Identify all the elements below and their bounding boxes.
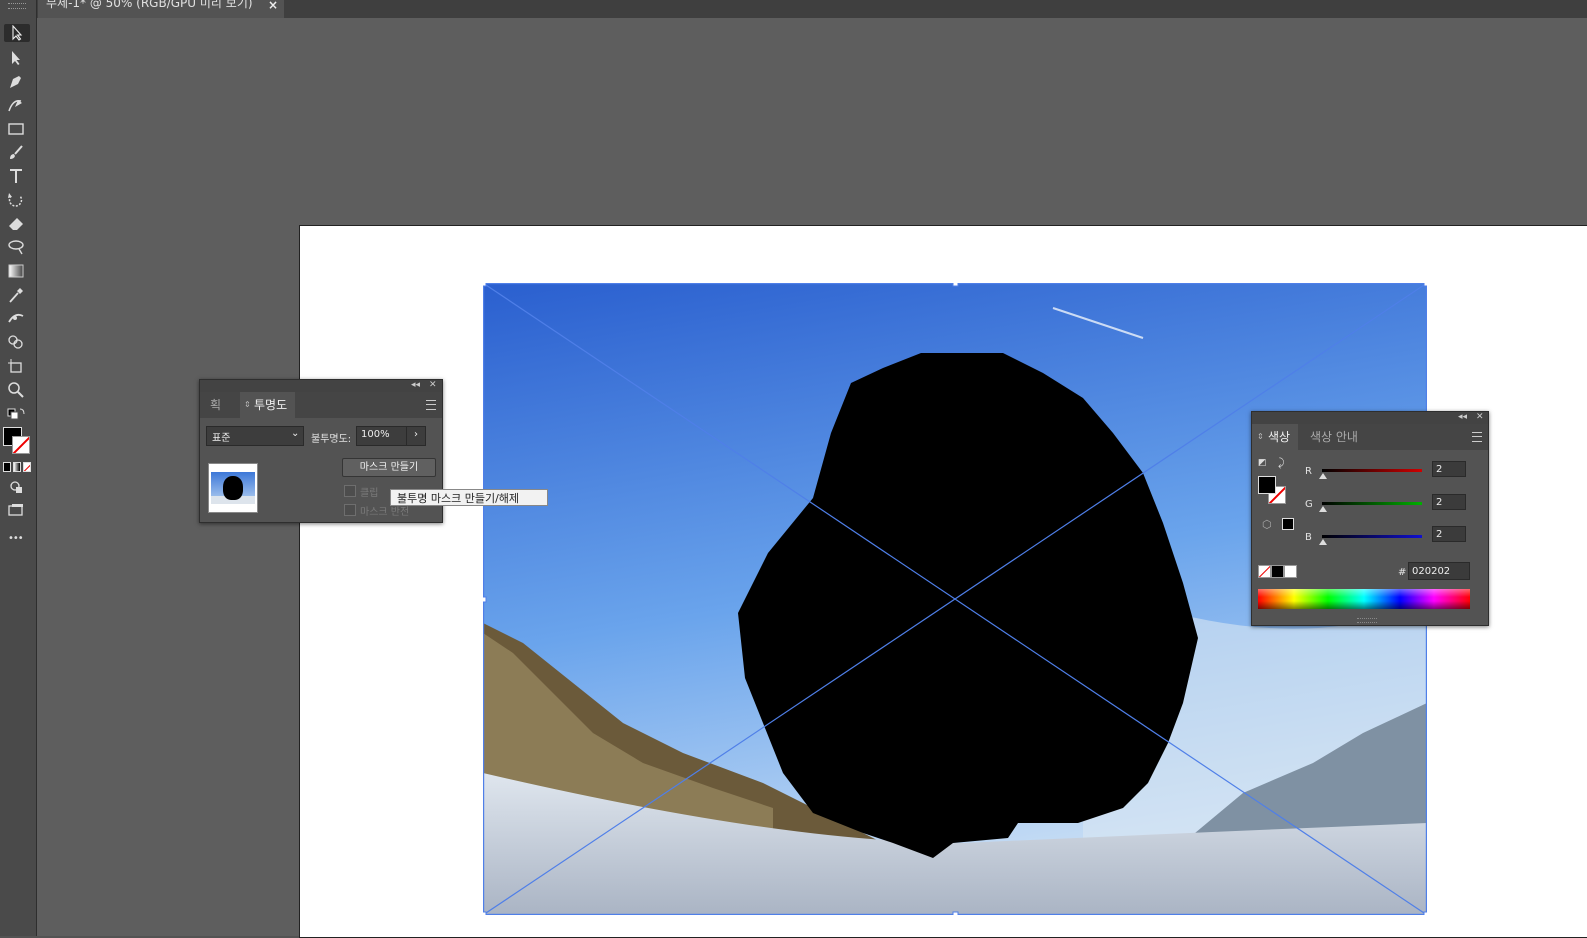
color-panel: ◂◂ ✕ 색상 ⇕ 색상 안내 ◩ ⤸ ⬡ R 2 G 2 B 2 # 0202… <box>1251 411 1489 626</box>
tab-color-label: 색상 <box>1268 430 1291 444</box>
lasso-tool-icon[interactable] <box>6 238 26 256</box>
panel-menu-icon[interactable] <box>1472 432 1482 442</box>
clip-checkbox[interactable] <box>344 485 356 497</box>
fill-swatch[interactable] <box>1258 476 1276 494</box>
object-thumbnail[interactable] <box>208 463 258 513</box>
tooltip: 불투명 마스크 만들기/해제 <box>390 489 548 506</box>
collapse-panel-icon[interactable]: ◂◂ <box>411 380 420 390</box>
swap-fill-stroke-icon[interactable]: ⤸ <box>1278 456 1285 470</box>
tab-transparency-label: 투명도 <box>254 398 288 412</box>
channel-g-slider[interactable] <box>1322 502 1422 505</box>
collapse-panel-icon[interactable]: ◂◂ <box>1458 412 1467 422</box>
out-of-gamut-cube-icon[interactable]: ⬡ <box>1262 518 1272 531</box>
edit-toolbar-more-icon[interactable]: ••• <box>8 533 24 544</box>
channel-b-thumb[interactable] <box>1319 539 1327 545</box>
chevron-down-icon: ⌄ <box>291 428 300 439</box>
close-panel-icon[interactable]: ✕ <box>1476 412 1484 422</box>
channel-g-input[interactable]: 2 <box>1432 494 1466 510</box>
tools-panel: ••• <box>0 0 37 936</box>
eyedropper-tool-icon[interactable] <box>6 286 26 304</box>
rectangle-tool-icon[interactable] <box>6 120 26 138</box>
make-mask-button[interactable]: 마스크 만들기 <box>342 458 436 477</box>
channel-b-input[interactable]: 2 <box>1432 526 1466 542</box>
channel-b-label: B <box>1305 532 1312 543</box>
eraser-tool-icon[interactable] <box>6 214 26 232</box>
tab-color-guide[interactable]: 색상 안내 <box>1310 424 1358 450</box>
panel-menu-icon[interactable] <box>426 400 436 410</box>
opacity-label: 불투명도: <box>311 434 352 445</box>
color-mode-icons[interactable] <box>3 462 31 472</box>
channel-g-thumb[interactable] <box>1319 506 1327 512</box>
channel-r-label: R <box>1305 466 1312 477</box>
width-tool-icon[interactable] <box>6 309 26 327</box>
channel-r-input[interactable]: 2 <box>1432 461 1466 477</box>
document-tab[interactable]: 무제-1* @ 50% (RGB/GPU 미리 보기) × <box>38 0 284 18</box>
black-swatch[interactable] <box>1271 565 1284 578</box>
rotate-tool-icon[interactable] <box>6 191 26 209</box>
color-panel-tabs: 색상 ⇕ 색상 안내 <box>1252 424 1488 450</box>
invert-mask-checkbox[interactable] <box>344 504 356 516</box>
opacity-slider-toggle-icon[interactable]: › <box>406 426 426 446</box>
clip-label: 클립 <box>360 488 379 499</box>
channel-r-thumb[interactable] <box>1319 473 1327 479</box>
toolbar-grip[interactable] <box>8 3 26 9</box>
hex-input[interactable]: 020202 <box>1408 562 1470 580</box>
zoom-tool-icon[interactable] <box>6 381 26 399</box>
type-tool-icon[interactable] <box>6 167 26 185</box>
channel-b-slider[interactable] <box>1322 535 1422 538</box>
default-fill-stroke-icon[interactable]: ◩ <box>1258 458 1267 468</box>
draw-mode-icon[interactable] <box>6 478 26 496</box>
close-panel-icon[interactable]: ✕ <box>429 380 437 390</box>
selection-tool-icon[interactable] <box>4 24 30 42</box>
close-tab-icon[interactable]: × <box>268 0 278 11</box>
artboard-tool-icon[interactable] <box>6 357 26 375</box>
opacity-input[interactable]: 100% <box>356 426 408 446</box>
transparency-panel-header[interactable]: ◂◂ ✕ <box>200 380 442 392</box>
nearest-color-swatch[interactable] <box>1282 518 1294 530</box>
curvature-tool-icon[interactable] <box>6 96 26 114</box>
none-swatch[interactable] <box>1258 565 1271 578</box>
default-colors-icon[interactable] <box>6 405 26 423</box>
direct-selection-tool-icon[interactable] <box>6 49 26 67</box>
pen-tool-icon[interactable] <box>6 73 26 91</box>
channel-g-label: G <box>1305 499 1313 510</box>
gradient-tool-icon[interactable] <box>6 262 26 280</box>
tab-reorder-icon: ⇕ <box>244 400 251 409</box>
blend-mode-select[interactable]: 표준 ⌄ <box>206 426 304 446</box>
color-spectrum[interactable] <box>1258 589 1470 609</box>
stroke-swatch[interactable] <box>12 436 30 454</box>
transparency-panel-tabs: 획 투명도 ⇕ <box>200 392 442 418</box>
hex-label: # <box>1398 567 1407 578</box>
channel-r-slider[interactable] <box>1322 469 1422 472</box>
panel-resize-grip[interactable] <box>1357 618 1377 623</box>
tab-reorder-icon: ⇕ <box>1257 432 1264 441</box>
shape-builder-tool-icon[interactable] <box>6 333 26 351</box>
color-panel-header[interactable]: ◂◂ ✕ <box>1252 412 1488 424</box>
screen-mode-icon[interactable] <box>6 501 26 519</box>
document-tab-title: 무제-1* @ 50% (RGB/GPU 미리 보기) <box>46 0 253 10</box>
paintbrush-tool-icon[interactable] <box>6 144 26 162</box>
opacity-value: 100% <box>361 429 390 440</box>
tab-stroke[interactable]: 획 <box>210 392 221 418</box>
white-swatch[interactable] <box>1284 565 1297 578</box>
blend-mode-value: 표준 <box>212 433 231 444</box>
